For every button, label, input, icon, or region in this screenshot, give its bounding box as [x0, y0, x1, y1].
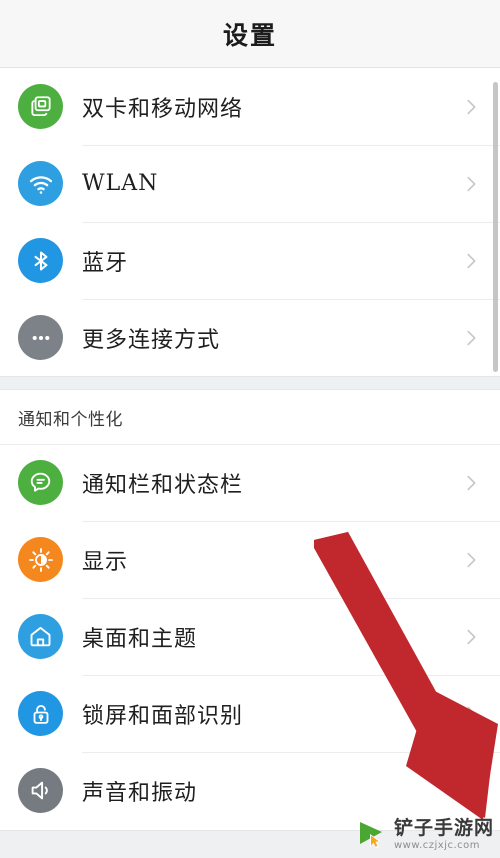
group-separator [0, 376, 500, 390]
page-title: 设置 [222, 20, 277, 50]
speech-bubble-icon [18, 460, 63, 505]
settings-row-label: 声音和振动 [82, 780, 198, 806]
chevron-right-icon [460, 626, 482, 648]
settings-row-bluetooth[interactable]: 蓝牙 [0, 222, 500, 299]
watermark-site-url: www.czjxjc.com [393, 840, 481, 851]
sim-cards-icon [18, 84, 63, 129]
section-header-notifications: 通知和个性化 [0, 390, 500, 444]
settings-row-display[interactable]: 显示 [0, 521, 500, 598]
chevron-right-icon [460, 96, 482, 118]
ellipsis-icon [18, 315, 63, 360]
section-header-label: 通知和个性化 [18, 409, 123, 430]
settings-row-dual-sim[interactable]: 双卡和移动网络 [0, 68, 500, 145]
settings-row-wlan[interactable]: WLAN [0, 145, 500, 222]
lock-open-icon [18, 691, 63, 736]
settings-row-lockscreen-face[interactable]: 锁屏和面部识别 [0, 675, 500, 752]
settings-row-label: 通知栏和状态栏 [82, 472, 244, 498]
vertical-scrollbar[interactable] [493, 82, 498, 372]
chevron-right-icon [460, 472, 482, 494]
watermark-site-name: 铲子手游网 [393, 817, 494, 839]
settings-row-label: 双卡和移动网络 [82, 96, 244, 122]
settings-list[interactable]: 双卡和移动网络 WLAN 蓝牙 更多连接方式 通知和个性化 通知栏和状态栏 显示… [0, 68, 500, 858]
chevron-right-icon [460, 549, 482, 571]
site-watermark: 铲子手游网 www.czjxjc.com [354, 818, 494, 852]
settings-row-label: 桌面和主题 [82, 626, 198, 652]
cursor-play-logo [354, 818, 388, 852]
chevron-right-icon [460, 173, 482, 195]
brightness-icon [18, 537, 63, 582]
wifi-icon [18, 161, 63, 206]
scrollbar-thumb[interactable] [493, 82, 498, 372]
watermark-text: 铲子手游网 www.czjxjc.com [394, 819, 494, 851]
app-header: 设置 [0, 0, 500, 68]
settings-row-notification-bar[interactable]: 通知栏和状态栏 [0, 444, 500, 521]
settings-row-label: 显示 [82, 549, 129, 575]
settings-row-home-theme[interactable]: 桌面和主题 [0, 598, 500, 675]
settings-row-label: 蓝牙 [82, 250, 129, 276]
settings-row-label: WLAN [82, 171, 159, 196]
home-icon [18, 614, 63, 659]
settings-screen: 设置 双卡和移动网络 WLAN 蓝牙 更多连接方式 通知和个性化 通知栏和状态栏… [0, 0, 500, 858]
bluetooth-icon [18, 238, 63, 283]
speaker-icon [18, 768, 63, 813]
settings-row-more-connections[interactable]: 更多连接方式 [0, 299, 500, 376]
chevron-right-icon [460, 780, 482, 802]
settings-row-label: 更多连接方式 [82, 327, 221, 353]
settings-group-notifications: 通知和个性化 通知栏和状态栏 显示 桌面和主题 锁屏和面部识别 声音和振动 [0, 390, 500, 829]
chevron-right-icon [460, 250, 482, 272]
settings-group-connectivity: 双卡和移动网络 WLAN 蓝牙 更多连接方式 [0, 68, 500, 376]
settings-row-label: 锁屏和面部识别 [82, 703, 244, 729]
chevron-right-icon [460, 327, 482, 349]
chevron-right-icon [460, 703, 482, 725]
